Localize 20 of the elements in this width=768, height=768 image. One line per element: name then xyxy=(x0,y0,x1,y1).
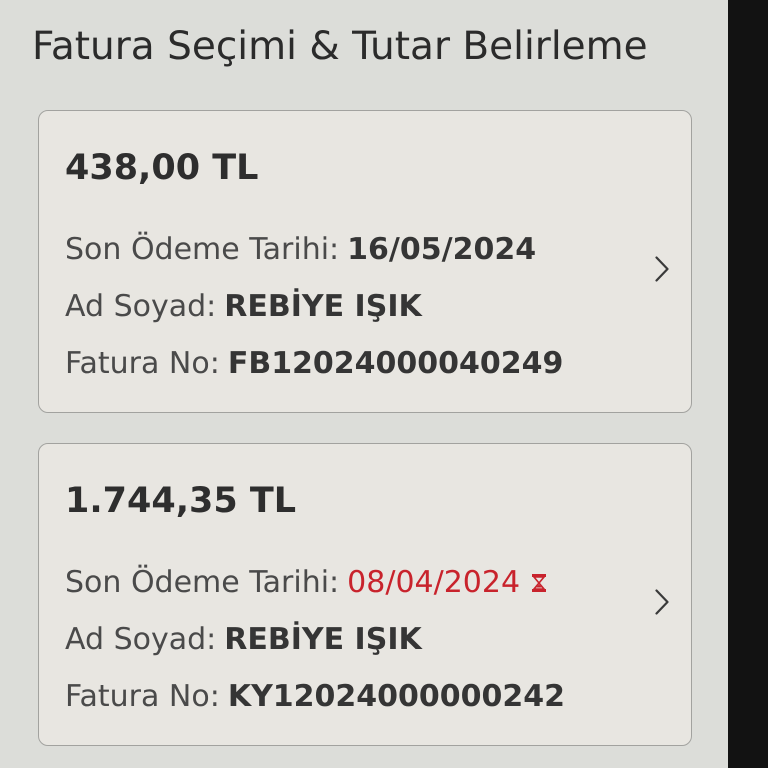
invoice-amount: 1.744,35 TL xyxy=(65,480,298,523)
hourglass-icon xyxy=(532,574,546,592)
invoice-number-label: Fatura No: xyxy=(65,678,220,716)
name-label: Ad Soyad: xyxy=(65,288,216,326)
chevron-right-icon xyxy=(655,256,669,282)
invoice-number: FB12024000040249 xyxy=(228,345,564,383)
customer-name: REBİYE IŞIK xyxy=(224,620,422,659)
name-label: Ad Soyad: xyxy=(65,621,216,659)
customer-name: REBİYE IŞIK xyxy=(224,287,422,326)
invoice-amount: 438,00 TL xyxy=(65,147,260,190)
due-date-label: Son Ödeme Tarihi: xyxy=(65,230,340,269)
invoice-number: KY12024000000242 xyxy=(228,678,566,716)
invoice-number-label: Fatura No: xyxy=(65,345,220,383)
due-date: 08/04/2024 xyxy=(347,564,520,602)
page-title: Fatura Seçimi & Tutar Belirleme xyxy=(32,23,649,71)
invoice-card[interactable]: 438,00 TL Son Ödeme Tarihi: 16/05/2024 Ad Soyad: REBİYE IŞIK Fatura No: FB12024000040249 xyxy=(38,110,692,413)
due-date-label: Son Ödeme Tarihi: xyxy=(65,564,340,602)
invoice-card[interactable]: 1.744,35 TL Son Ödeme Tarihi: 08/04/2024 Ad Soyad: REBİYE IŞIK Fatura No: KY12024000000242 xyxy=(38,443,692,746)
due-date: 16/05/2024 xyxy=(347,231,536,269)
chevron-right-icon xyxy=(655,588,669,614)
